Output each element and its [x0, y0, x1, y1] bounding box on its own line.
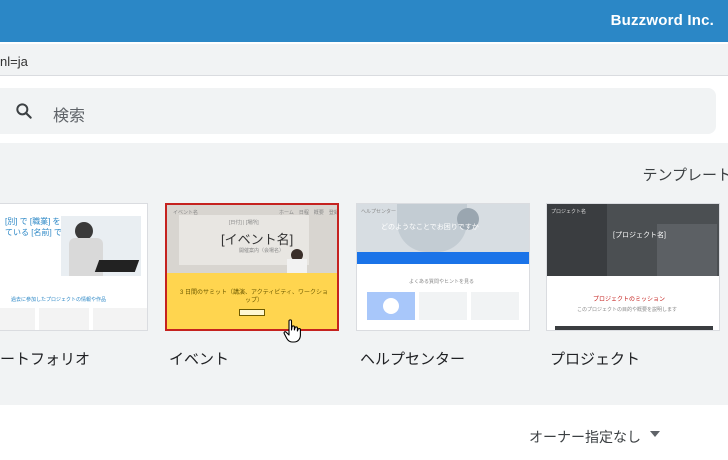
thumb-heading: どのようなことでお困りですか — [381, 224, 479, 231]
template-thumbnail: プロジェクト名 [プロジェクト名] プロジェクトのミッション このプロジェクトの… — [546, 203, 720, 331]
template-thumbnail: [別] で [職業] をし ている [名前] です。 過去に参加したプロジェクトの… — [0, 203, 148, 331]
template-card-label: ヘルプセンター — [360, 351, 466, 368]
template-card-label: ートフォリオ — [0, 351, 91, 368]
search-placeholder: 検索 — [53, 108, 86, 125]
chevron-down-icon[interactable] — [650, 431, 660, 437]
search-icon — [16, 103, 32, 119]
template-card-label: イベント — [169, 351, 230, 368]
search-input[interactable]: 検索 — [0, 88, 716, 134]
brand-name: Buzzword Inc. — [610, 12, 714, 29]
template-thumbnail: イベント名 ホーム 日程 概要 登録 [日付] | [場所] [イベント名] 開… — [165, 203, 339, 331]
template-card-portfolio[interactable]: [別] で [職業] をし ている [名前] です。 過去に参加したプロジェクトの… — [0, 203, 148, 368]
thumb-blue-band — [357, 252, 529, 264]
main-content: 検索 テンプレート [別] で [職業] をし ている [名前] です。 過去に参… — [0, 76, 728, 460]
template-card-help-center[interactable]: ヘルプセンター どのようなことでお困りですか よくある質問やヒントを見る ヘルプ… — [356, 203, 530, 368]
thumb-subtitle: プロジェクトのミッション — [593, 297, 666, 303]
template-card-event[interactable]: イベント名 ホーム 日程 概要 登録 [日付] | [場所] [イベント名] 開… — [165, 203, 339, 368]
template-card-project[interactable]: プロジェクト名 [プロジェクト名] プロジェクトのミッション このプロジェクトの… — [546, 203, 720, 368]
thumb-register-button — [239, 309, 265, 316]
thumb-title: [プロジェクト名] — [613, 232, 666, 239]
template-card-label: プロジェクト — [550, 351, 641, 368]
thumb-subtitle: 3 日間のサミット（講演、アクティビティ、ワークショップ） — [180, 290, 328, 304]
top-app-bar: Buzzword Inc. — [0, 0, 728, 42]
template-thumbnail: ヘルプセンター どのようなことでお困りですか よくある質問やヒントを見る — [356, 203, 530, 331]
address-bar[interactable]: nl=ja — [0, 44, 728, 76]
template-gallery-link[interactable]: テンプレート — [642, 164, 728, 185]
owner-filter-dropdown[interactable]: オーナー指定なし — [529, 427, 641, 447]
thumb-title: [イベント名] — [221, 232, 294, 247]
hand-cursor-icon — [283, 319, 301, 343]
thumb-caption: 過去に参加したプロジェクトの情報や作品 — [11, 297, 107, 303]
template-gallery: テンプレート [別] で [職業] をし ている [名前] です。 過去に参加した… — [0, 143, 728, 405]
url-text: nl=ja — [0, 54, 28, 69]
thumb-photo — [61, 216, 141, 276]
